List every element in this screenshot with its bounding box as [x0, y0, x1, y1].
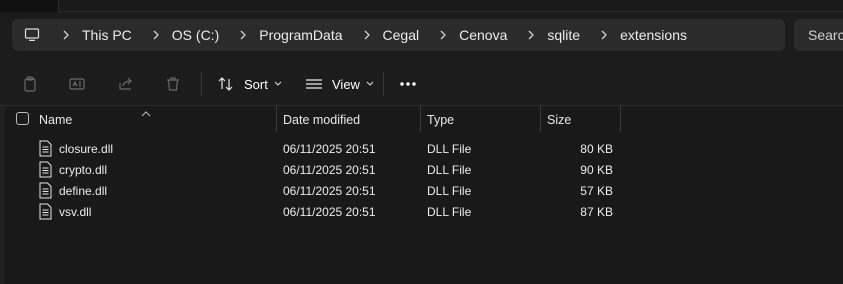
address-bar[interactable]: This PC OS (C:) ProgramData Cegal Cenova… [12, 19, 785, 51]
rename-icon [67, 74, 87, 94]
breadcrumb-cenova[interactable]: Cenova [457, 27, 509, 43]
file-name: define.dll [59, 184, 108, 198]
breadcrumb-sqlite[interactable]: sqlite [545, 27, 582, 43]
file-date: 06/11/2025 20:51 [283, 163, 376, 177]
column-header-name[interactable]: Name [33, 106, 276, 132]
copy-button[interactable] [20, 70, 40, 98]
chevron-right-icon[interactable] [52, 30, 80, 40]
file-name: crypto.dll [59, 163, 108, 177]
file-type: DLL File [427, 142, 472, 156]
share-button[interactable] [116, 70, 136, 98]
file-type: DLL File [427, 184, 472, 198]
breadcrumb-os-c[interactable]: OS (C:) [170, 27, 221, 43]
file-type: DLL File [427, 205, 472, 219]
file-size: 90 KB [580, 163, 613, 177]
chevron-right-icon[interactable] [229, 30, 257, 40]
computer-icon[interactable] [12, 19, 52, 51]
breadcrumb-extensions[interactable]: extensions [618, 27, 689, 43]
chevron-right-icon[interactable] [429, 30, 457, 40]
pane-edge [0, 106, 5, 284]
file-row[interactable]: vsv.dll 06/11/2025 20:51 DLL File 87 KB [0, 201, 843, 222]
copy-icon [20, 74, 40, 94]
column-header-date-modified[interactable]: Date modified [277, 106, 420, 132]
file-row[interactable]: define.dll 06/11/2025 20:51 DLL File 57 … [0, 180, 843, 201]
delete-button[interactable] [163, 70, 183, 98]
file-date: 06/11/2025 20:51 [283, 142, 376, 156]
file-list: Name Date modified Type Size closure.dll… [0, 106, 843, 284]
chevron-right-icon[interactable] [517, 30, 545, 40]
sort-icon [216, 74, 236, 94]
column-header-row: Name Date modified Type Size [0, 106, 843, 132]
file-row[interactable]: crypto.dll 06/11/2025 20:51 DLL File 90 … [0, 159, 843, 180]
file-row[interactable]: closure.dll 06/11/2025 20:51 DLL File 80… [0, 138, 843, 159]
breadcrumb-this-pc[interactable]: This PC [80, 27, 134, 43]
chevron-down-icon [274, 81, 282, 87]
file-type: DLL File [427, 163, 472, 177]
chevron-right-icon[interactable] [590, 30, 618, 40]
address-row: This PC OS (C:) ProgramData Cegal Cenova… [0, 12, 843, 60]
column-header-type[interactable]: Type [421, 106, 540, 132]
file-icon [39, 161, 52, 178]
breadcrumb-programdata[interactable]: ProgramData [257, 27, 344, 43]
file-icon [39, 203, 52, 220]
search-input[interactable]: Search [794, 19, 843, 51]
file-size: 57 KB [580, 184, 613, 198]
share-icon [116, 74, 136, 94]
command-bar: Sort View [0, 60, 843, 106]
chevron-right-icon[interactable] [353, 30, 381, 40]
delete-icon [163, 74, 183, 94]
file-icon [39, 182, 52, 199]
view-icon [304, 74, 324, 94]
tab-edge [58, 0, 843, 12]
column-resize-handle[interactable] [620, 106, 621, 132]
file-date: 06/11/2025 20:51 [283, 205, 376, 219]
chevron-right-icon[interactable] [142, 30, 170, 40]
more-icon [398, 74, 418, 94]
view-label: View [332, 76, 360, 92]
column-header-size[interactable]: Size [541, 106, 620, 132]
file-icon [39, 140, 52, 157]
toolbar-divider [201, 72, 202, 96]
title-strip [0, 0, 843, 12]
file-name: vsv.dll [59, 205, 92, 219]
view-button[interactable]: View [304, 70, 374, 98]
file-size: 87 KB [580, 205, 613, 219]
more-button[interactable] [398, 70, 418, 98]
rename-button[interactable] [67, 70, 87, 98]
sort-button[interactable]: Sort [216, 70, 282, 98]
file-size: 80 KB [580, 142, 613, 156]
file-date: 06/11/2025 20:51 [283, 184, 376, 198]
breadcrumb-cegal[interactable]: Cegal [381, 27, 422, 43]
select-all-checkbox[interactable] [16, 112, 29, 125]
file-name: closure.dll [59, 142, 114, 156]
sort-label: Sort [244, 76, 268, 92]
toolbar-divider [383, 72, 384, 96]
chevron-down-icon [366, 81, 374, 87]
